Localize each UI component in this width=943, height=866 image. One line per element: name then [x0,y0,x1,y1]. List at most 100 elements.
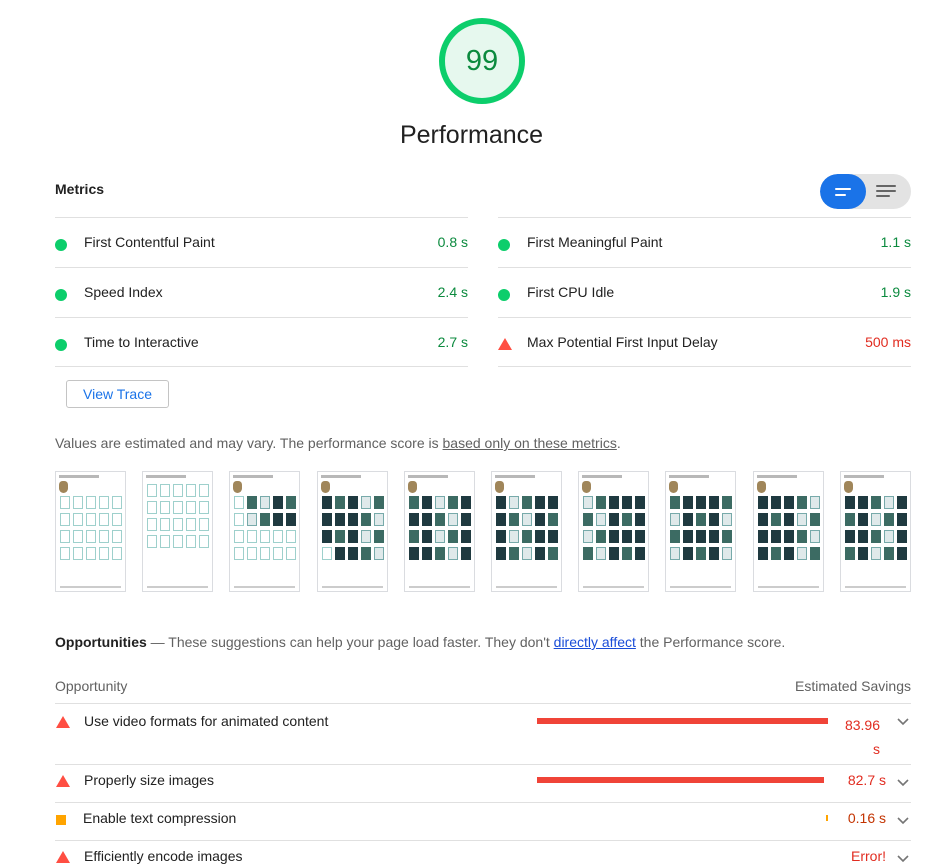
thumbnail-cell [374,513,384,526]
thumbnail-cell [596,513,606,526]
thumbnail-cell [583,496,593,509]
metric-value: 1.1 s [880,234,911,250]
metrics-divider [55,366,468,367]
thumbnail-cell [199,484,209,497]
acorn-logo-icon [844,481,853,493]
thumbnail-cell [409,496,419,509]
thumbnail-cell [361,530,371,543]
thumbnail-cell [461,496,471,509]
acorn-logo-icon [321,481,330,493]
thumbnail-cell [845,496,855,509]
pass-circle-icon [55,339,67,351]
thumbnail-cell [522,530,532,543]
thumbnail-cell [322,496,332,509]
thumbnail-cell [897,496,907,509]
thumbnail-cell [509,530,519,543]
thumbnail-cell [247,496,257,509]
thumbnail-cell [884,530,894,543]
metrics-divider [498,267,911,268]
thumbnail-cell [199,501,209,514]
thumbnail-cell [709,496,719,509]
thumbnail-cell [609,496,619,509]
thumbnail-cell [260,496,270,509]
thumbnail-cell [348,547,358,560]
frame-footer [845,586,906,588]
thumbnail-cell [73,513,83,526]
thumbnail-cell [147,501,157,514]
metric-value: 2.4 s [437,284,468,300]
thumbnail-cell [99,547,109,560]
list-view-button[interactable] [866,174,911,209]
metric-label: Speed Index [84,284,163,300]
opportunities-desc-suffix: the Performance score. [635,634,786,650]
thumbnail-cell [696,530,706,543]
thumbnail-cell [583,547,593,560]
chevron-down-icon[interactable] [897,718,909,726]
thumbnail-cell [797,530,807,543]
thumbnail-cell [535,513,545,526]
thumbnail-cell [99,513,109,526]
average-square-icon [56,815,66,825]
opportunity-label: Use video formats for animated content [84,713,329,729]
opportunities-title: Opportunities [55,634,147,650]
thumbnail-cell [461,530,471,543]
metric-speed-index: Speed Index 2.4 s [55,284,468,304]
thumbnail-cell [596,496,606,509]
pass-circle-icon [498,239,510,251]
thumbnail-cell [771,547,781,560]
pass-circle-icon [55,239,67,251]
thumbnail-cell [60,547,70,560]
opportunities-desc-prefix: — These suggestions can help your page l… [146,634,554,650]
thumbnail-cell [797,513,807,526]
view-trace-button[interactable]: View Trace [66,380,169,408]
thumbnail-cell [784,496,794,509]
thumbnail-cell [147,484,157,497]
thumbnail-cell [496,530,506,543]
filmstrip-frame [142,471,213,592]
opportunity-column-header: Opportunity [55,678,128,694]
frame-footer [670,586,731,588]
thumbnail-cell [335,530,345,543]
savings-bar [826,815,828,821]
thumbnail-cell [583,530,593,543]
thumbnail-cell [199,518,209,531]
thumbnail-cell [535,547,545,560]
thumbnail-cell [845,530,855,543]
savings-bar [537,777,824,783]
fail-triangle-icon [56,716,70,728]
frame-header [669,475,709,478]
savings-value: 0.16 s [847,810,886,826]
acorn-logo-icon [757,481,766,493]
chevron-down-icon[interactable] [897,779,909,787]
pass-circle-icon [498,289,510,301]
savings-value: Error! [851,848,886,864]
thumbnail-cell [422,496,432,509]
thumbnail-cell [73,547,83,560]
thumbnail-cell [496,496,506,509]
summary-view-button[interactable] [820,174,866,209]
thumbnail-cell [361,496,371,509]
thumbnail-cell [86,547,96,560]
score-metrics-link[interactable]: based only on these metrics [443,435,617,451]
chevron-down-icon[interactable] [897,855,909,863]
metrics-divider [55,267,468,268]
thumbnail-cell [448,513,458,526]
thumbnail-cell [86,513,96,526]
thumbnail-cell [286,513,296,526]
chevron-down-icon[interactable] [897,817,909,825]
thumbnail-cell [771,496,781,509]
metrics-view-toggle[interactable] [820,174,911,209]
thumbnail-cell [461,547,471,560]
metrics-divider [498,217,911,218]
thumbnail-cell [709,530,719,543]
thumbnail-cell [683,496,693,509]
thumbnail-cell [273,547,283,560]
metric-label: First CPU Idle [527,284,615,300]
thumbnail-cell [260,513,270,526]
thumbnail-cell [435,496,445,509]
thumbnail-cell [609,513,619,526]
thumbnail-cell [622,547,632,560]
directly-affect-link[interactable]: directly affect [554,634,636,650]
thumbnail-cell [509,547,519,560]
thumbnail-cell [186,484,196,497]
